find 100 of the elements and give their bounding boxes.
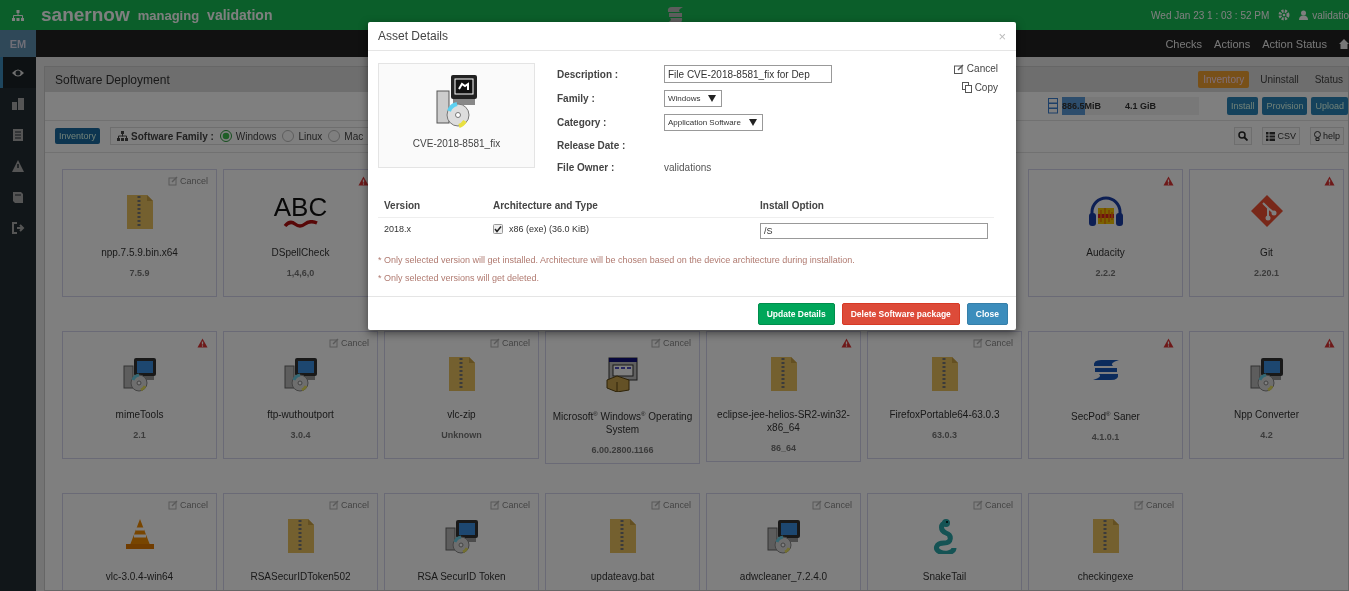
search-button[interactable]	[1234, 127, 1253, 145]
software-name: Git	[1259, 246, 1274, 259]
zip-folder-icon	[125, 194, 154, 230]
setup-box-icon	[604, 356, 641, 392]
software-version: 3.0.4	[289, 430, 312, 440]
software-name: SecPod$^{®}$ Saner	[1070, 410, 1141, 424]
git-icon	[1249, 194, 1284, 228]
inventory-button[interactable]: Inventory	[55, 128, 101, 144]
search-icon	[1238, 131, 1249, 141]
sidebar-item[interactable]	[0, 57, 36, 88]
filter-label: Software Family :	[131, 130, 214, 142]
field-label: File Owner :	[557, 161, 616, 175]
radio-label: Linux	[298, 130, 323, 142]
traffic-cone-icon	[124, 518, 155, 550]
software-version: 7.5.9	[128, 268, 151, 278]
software-name: ftp-wuthoutport	[266, 408, 335, 421]
dialog-title: Asset Details	[378, 29, 449, 43]
nav-link[interactable]: Checks	[1165, 37, 1203, 50]
cancel-link[interactable]: Cancel	[953, 63, 998, 74]
note-text: * Only selected versions will get deleted.	[378, 273, 541, 283]
column-header: Install Option	[754, 195, 994, 218]
radio-button[interactable]	[282, 130, 295, 142]
headphones-icon	[1086, 194, 1125, 228]
warning-icon	[1163, 338, 1174, 348]
software-version: 4.2	[1259, 430, 1274, 440]
software-name: DSpellCheck	[270, 246, 331, 259]
home-icon[interactable]	[1339, 38, 1349, 49]
csv-button[interactable]: CSV	[1262, 127, 1300, 145]
clock-text: Wed Jan 23 1 : 03 : 52 PM	[1151, 9, 1270, 21]
server-icon	[1047, 98, 1058, 114]
edit-icon	[973, 338, 983, 348]
list-icon	[11, 127, 25, 142]
close-button[interactable]: Close	[966, 303, 1008, 325]
radio-button[interactable]	[219, 130, 232, 142]
software-card[interactable]: mimeTools 2.1	[62, 331, 217, 459]
gear-icon[interactable]	[1278, 9, 1291, 21]
software-version: 1,4,6,0	[285, 268, 316, 278]
field-label: Family :	[557, 92, 596, 106]
action-button[interactable]: Upload	[1311, 97, 1348, 115]
architecture-text: x86 (exe) (36.0 KiB)	[509, 224, 590, 234]
version-cell: 2018.x	[384, 224, 412, 234]
edit-icon	[490, 500, 500, 510]
brand-name: sanernow	[41, 4, 130, 26]
software-name: Npp Converter	[1233, 408, 1300, 421]
warning-icon	[197, 338, 208, 348]
software-version: 2.20.1	[1253, 268, 1280, 278]
software-version: 86_64	[770, 443, 797, 453]
squiggle-icon	[282, 220, 319, 228]
sitemap-icon[interactable]	[12, 9, 24, 21]
dropdown[interactable]: Application Software	[664, 114, 763, 131]
edit-icon	[329, 338, 339, 348]
storage-total: 4.1 GiB	[1124, 101, 1156, 111]
software-name: RSASecurIDToken502	[249, 570, 352, 583]
description-field[interactable]: File CVE-2018-8581_fix for Dep	[664, 65, 832, 83]
delete-button[interactable]: Delete Software package	[841, 303, 960, 325]
nav-link[interactable]: Action Status	[1262, 37, 1327, 50]
help-button[interactable]: help	[1310, 127, 1344, 145]
book-icon	[11, 189, 25, 204]
software-name: FirefoxPortable64-63.0.3	[888, 408, 1001, 421]
warning-icon	[1324, 176, 1335, 186]
update-button[interactable]: Update Details	[757, 303, 835, 325]
installer-icon	[433, 73, 480, 129]
nav-link[interactable]: Actions	[1214, 37, 1251, 50]
software-card[interactable]: Audacity 2.2.2	[1028, 169, 1183, 297]
software-version: 63.0.3	[931, 430, 958, 440]
tab[interactable]: Status	[1309, 71, 1348, 88]
edit-icon	[973, 500, 983, 510]
radio-button[interactable]	[328, 130, 341, 142]
zip-folder-icon	[930, 356, 959, 392]
installer-icon	[1248, 356, 1285, 392]
warning-icon	[841, 338, 852, 348]
buildings-icon	[11, 96, 25, 111]
logo-text: ABC	[273, 194, 328, 220]
tab[interactable]: Uninstall	[1255, 71, 1304, 88]
software-version: 2.2.2	[1094, 268, 1117, 278]
action-button[interactable]: Install	[1226, 97, 1259, 115]
action-button[interactable]: Provision	[1262, 97, 1308, 115]
software-name: vlc-3.0.4-win64	[104, 570, 175, 583]
copy-link[interactable]: Copy	[961, 82, 998, 93]
software-name: Audacity	[1085, 246, 1126, 259]
mode-label: managing	[137, 7, 200, 23]
edit-icon	[1134, 500, 1144, 510]
sitemap-icon	[117, 131, 129, 141]
software-card[interactable]: eclipse-jee-helios-SR2-win32-x86_64 86_64	[706, 331, 861, 462]
zip-folder-icon	[1091, 518, 1120, 554]
software-card[interactable]: Npp Converter 4.2	[1189, 331, 1344, 459]
software-card[interactable]: Git 2.20.1	[1189, 169, 1344, 297]
edit-icon	[329, 500, 339, 510]
edit-icon	[812, 500, 822, 510]
software-version: 2.1	[132, 430, 147, 440]
software-name: eclipse-jee-helios-SR2-win32-x86_64	[716, 408, 851, 434]
radio-label: Windows	[235, 130, 277, 142]
software-name: mimeTools	[114, 408, 165, 421]
checkbox[interactable]	[493, 224, 503, 234]
account-name: validation	[207, 7, 273, 23]
warning-icon	[11, 158, 25, 173]
install-option-field[interactable]: /S	[760, 223, 988, 239]
software-card[interactable]: SecPod$^{®}$ Saner 4.1.0.1	[1028, 331, 1183, 459]
dropdown[interactable]: Windows	[664, 90, 723, 107]
table-icon	[1266, 131, 1276, 141]
